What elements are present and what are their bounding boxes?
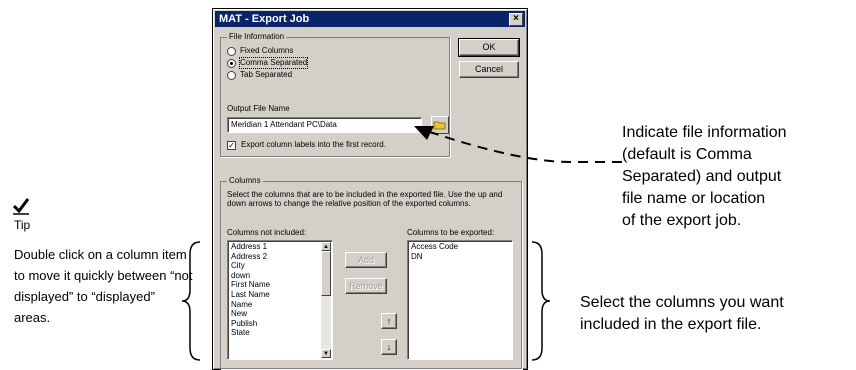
radio-comma-separated[interactable]: Comma Separated bbox=[227, 57, 309, 69]
dashed-arrow bbox=[414, 126, 622, 163]
list-item[interactable]: Publish bbox=[231, 319, 329, 329]
radio-circle[interactable] bbox=[227, 46, 236, 56]
list-item[interactable]: Address 1 bbox=[231, 242, 329, 252]
note-line: (default is Comma bbox=[622, 146, 752, 163]
radio-circle[interactable] bbox=[227, 70, 236, 80]
radio-label: Comma Separated bbox=[238, 57, 309, 69]
ok-button[interactable]: OK bbox=[458, 38, 520, 57]
columns-note: Select the columns you want included in … bbox=[580, 292, 852, 336]
note-line: Separated) and output bbox=[622, 168, 782, 185]
export-labels-checkbox[interactable]: ✓ bbox=[227, 140, 236, 150]
title-bar: MAT - Export Job × bbox=[215, 11, 525, 27]
export-labels-label: Export column labels into the first reco… bbox=[241, 140, 386, 149]
list-item[interactable]: Last Name bbox=[231, 290, 329, 300]
cancel-button[interactable]: Cancel bbox=[459, 61, 519, 78]
output-file-name-label: Output File Name bbox=[227, 104, 290, 113]
move-up-button[interactable]: ↑ bbox=[381, 313, 397, 329]
columns-instructions: Select the columns that are to be includ… bbox=[227, 190, 503, 208]
checkmark-icon bbox=[12, 198, 30, 215]
note-line: included in the export file. bbox=[580, 316, 762, 333]
list-scrollbar[interactable]: ▲ ▼ bbox=[321, 242, 331, 358]
list-item[interactable]: Access Code bbox=[411, 242, 509, 252]
list-item[interactable]: State bbox=[231, 328, 329, 338]
file-info-note: Indicate file information (default is Co… bbox=[622, 122, 852, 232]
remove-button[interactable]: Remove bbox=[345, 278, 387, 294]
list-item[interactable]: New bbox=[231, 309, 329, 319]
note-line: Indicate file information bbox=[622, 124, 787, 141]
right-brace bbox=[531, 241, 551, 361]
output-file-name-input[interactable]: Meridian 1 Attendant PC\Data bbox=[227, 117, 422, 133]
note-line: Select the columns you want bbox=[580, 294, 784, 311]
columns-to-export-label: Columns to be exported: bbox=[407, 228, 495, 237]
up-arrow-icon: ↑ bbox=[386, 316, 392, 326]
radio-fixed-columns[interactable]: Fixed Columns bbox=[227, 46, 293, 56]
radio-label: Fixed Columns bbox=[240, 46, 294, 55]
move-down-button[interactable]: ↓ bbox=[381, 339, 397, 355]
radio-circle[interactable] bbox=[227, 58, 236, 68]
columns-not-included-label: Columns not included: bbox=[227, 228, 307, 237]
add-button[interactable]: Add bbox=[345, 252, 387, 268]
file-information-legend: File Information bbox=[227, 32, 287, 42]
scroll-thumb[interactable] bbox=[321, 251, 331, 296]
columns-not-included-list[interactable]: Address 1 Address 2 City down First Name Last… bbox=[227, 240, 333, 360]
list-item[interactable]: First Name bbox=[231, 280, 329, 290]
export-job-dialog: MAT - Export Job × File Information Fixe… bbox=[212, 8, 528, 370]
scroll-down-icon[interactable]: ▼ bbox=[321, 349, 331, 358]
scroll-up-icon[interactable]: ▲ bbox=[321, 242, 331, 251]
dialog-title: MAT - Export Job bbox=[219, 13, 310, 25]
radio-tab-separated[interactable]: Tab Separated bbox=[227, 70, 292, 80]
list-item[interactable]: City bbox=[231, 261, 329, 271]
list-item[interactable]: down bbox=[231, 271, 329, 281]
close-icon[interactable]: × bbox=[509, 13, 523, 26]
down-arrow-icon: ↓ bbox=[386, 342, 392, 352]
left-brace bbox=[181, 241, 201, 361]
columns-legend: Columns bbox=[227, 176, 263, 186]
note-line: of the export job. bbox=[622, 212, 742, 229]
list-item[interactable]: Address 2 bbox=[231, 252, 329, 262]
note-line: file name or location bbox=[622, 190, 766, 207]
columns-to-export-list[interactable]: Access Code DN bbox=[407, 240, 513, 360]
list-item[interactable]: Name bbox=[231, 300, 329, 310]
tip-label: Tip bbox=[14, 218, 31, 232]
export-labels-row[interactable]: ✓ Export column labels into the first re… bbox=[227, 140, 386, 150]
list-item[interactable]: DN bbox=[411, 252, 509, 262]
columns-group: Columns Select the columns that are to b… bbox=[220, 176, 522, 369]
tip-text: Double click on a column item to move it… bbox=[14, 247, 193, 325]
radio-label: Tab Separated bbox=[240, 70, 293, 79]
